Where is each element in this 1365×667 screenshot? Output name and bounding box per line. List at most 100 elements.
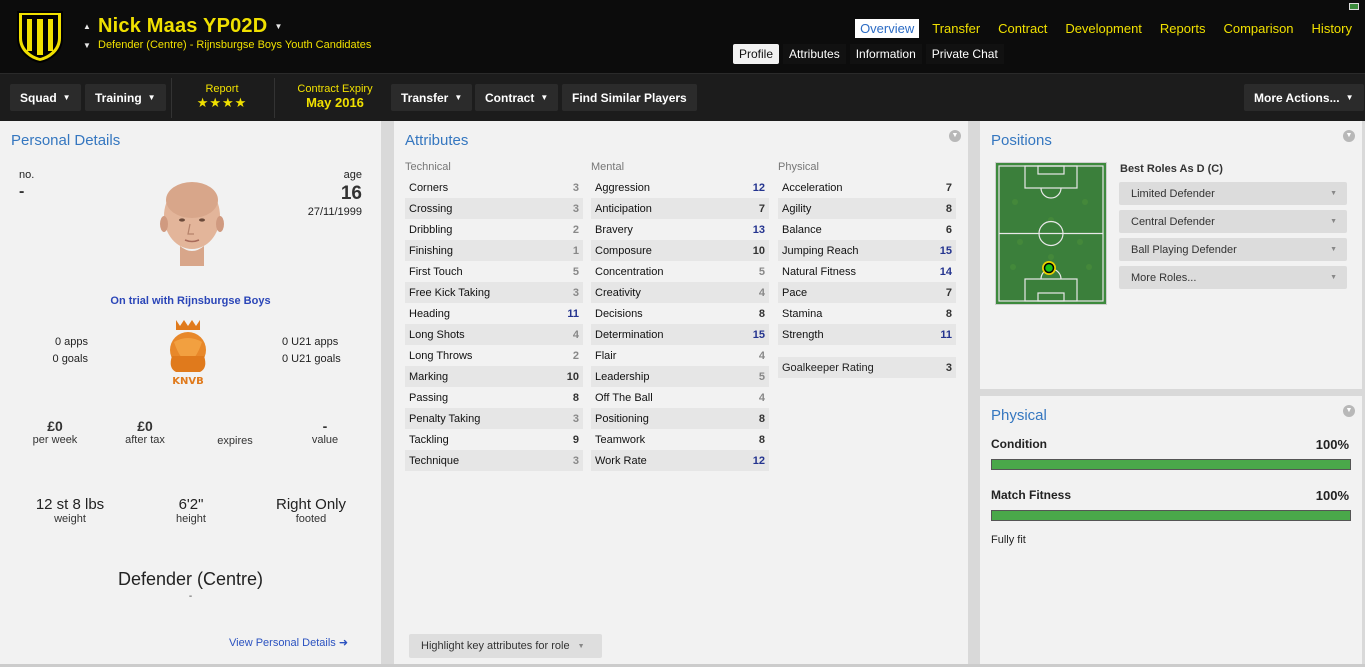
next-player-icon[interactable]: ▼ bbox=[82, 41, 92, 50]
trial-status[interactable]: On trial with Rijnsburgse Boys bbox=[0, 295, 381, 307]
attribute-row[interactable]: Concentration 5 bbox=[591, 261, 769, 282]
attribute-row[interactable]: Finishing 1 bbox=[405, 240, 583, 261]
main-tabs: Overview Transfer Contract Development R… bbox=[855, 19, 1357, 38]
attribute-value: 11 bbox=[940, 328, 952, 341]
tab-transfer[interactable]: Transfer bbox=[927, 19, 985, 38]
attribute-row[interactable]: Long Throws 2 bbox=[405, 345, 583, 366]
tab-development[interactable]: Development bbox=[1060, 19, 1147, 38]
tab-overview[interactable]: Overview bbox=[855, 19, 920, 38]
highlight-key-attributes-button[interactable]: Highlight key attributes for role ▼ bbox=[409, 634, 602, 658]
attribute-row[interactable]: Long Shots 4 bbox=[405, 324, 583, 345]
after-tax-value: £0 bbox=[137, 418, 153, 434]
subtab-attributes[interactable]: Attributes bbox=[783, 44, 846, 64]
attribute-row[interactable]: Creativity 4 bbox=[591, 282, 769, 303]
chevron-down-icon[interactable]: ▼ bbox=[1343, 130, 1355, 142]
find-similar-players-button[interactable]: Find Similar Players bbox=[562, 84, 697, 111]
attribute-row[interactable]: Off The Ball 4 bbox=[591, 387, 769, 408]
attribute-row[interactable]: Aggression 12 bbox=[591, 177, 769, 198]
attribute-name: Acceleration bbox=[782, 181, 843, 194]
attribute-row[interactable]: Anticipation 7 bbox=[591, 198, 769, 219]
attribute-row[interactable]: Composure 10 bbox=[591, 240, 769, 261]
subtab-private-chat[interactable]: Private Chat bbox=[925, 44, 1004, 64]
goalkeeper-rating-row[interactable]: Goalkeeper Rating 3 bbox=[778, 357, 956, 378]
chevron-down-icon[interactable]: ▼ bbox=[1343, 405, 1355, 417]
tab-comparison[interactable]: Comparison bbox=[1218, 19, 1298, 38]
contract-button[interactable]: Contract ▼ bbox=[475, 84, 559, 111]
attribute-row[interactable]: Positioning 8 bbox=[591, 408, 769, 429]
attribute-row[interactable]: Crossing 3 bbox=[405, 198, 583, 219]
subtab-profile[interactable]: Profile bbox=[733, 44, 780, 64]
goals-count: 0 goals bbox=[52, 353, 88, 365]
attribute-value: 14 bbox=[939, 265, 952, 278]
attribute-row[interactable]: Determination 15 bbox=[591, 324, 769, 345]
attribute-row[interactable]: First Touch 5 bbox=[405, 261, 583, 282]
attribute-name: Pace bbox=[782, 286, 808, 299]
attribute-value: 12 bbox=[752, 181, 765, 194]
flag-icon[interactable] bbox=[1349, 3, 1359, 10]
more-actions-button[interactable]: More Actions... ▼ bbox=[1244, 84, 1364, 111]
attribute-row[interactable]: Agility 8 bbox=[778, 198, 956, 219]
training-button[interactable]: Training ▼ bbox=[85, 84, 166, 111]
more-roles-button[interactable]: More Roles... ▼ bbox=[1119, 266, 1347, 289]
view-personal-details-link[interactable]: View Personal Details ➜ bbox=[229, 636, 348, 649]
attribute-row[interactable]: Marking 10 bbox=[405, 366, 583, 387]
attribute-row[interactable]: Natural Fitness 14 bbox=[778, 261, 956, 282]
attribute-value: 3 bbox=[572, 181, 579, 194]
physical-title: Physical bbox=[991, 407, 1047, 424]
transfer-button-label: Transfer bbox=[401, 90, 449, 105]
previous-player-icon[interactable]: ▲ bbox=[82, 22, 92, 31]
attribute-name: First Touch bbox=[409, 265, 463, 278]
role-limited-defender[interactable]: Limited Defender ▼ bbox=[1119, 182, 1347, 205]
attribute-row[interactable]: Bravery 13 bbox=[591, 219, 769, 240]
attribute-row[interactable]: Dribbling 2 bbox=[405, 219, 583, 240]
attribute-row[interactable]: Penalty Taking 3 bbox=[405, 408, 583, 429]
role-label: More Roles... bbox=[1131, 271, 1197, 284]
role-ball-playing-defender[interactable]: Ball Playing Defender ▼ bbox=[1119, 238, 1347, 261]
attribute-value: 10 bbox=[566, 370, 579, 383]
attribute-row[interactable]: Free Kick Taking 3 bbox=[405, 282, 583, 303]
attribute-name: Decisions bbox=[595, 307, 643, 320]
attribute-row[interactable]: Flair 4 bbox=[591, 345, 769, 366]
attribute-value: 3 bbox=[572, 454, 579, 467]
attribute-row[interactable]: Corners 3 bbox=[405, 177, 583, 198]
knvb-lion-logo[interactable]: KNVB bbox=[162, 316, 214, 388]
attribute-row[interactable]: Technique 3 bbox=[405, 450, 583, 471]
attribute-row[interactable]: Heading 11 bbox=[405, 303, 583, 324]
attribute-row[interactable]: Stamina 8 bbox=[778, 303, 956, 324]
attribute-name: Stamina bbox=[782, 307, 823, 320]
report-info[interactable]: Report ★★★★ bbox=[188, 83, 256, 111]
attribute-row[interactable]: Leadership 5 bbox=[591, 366, 769, 387]
best-roles-title: Best Roles As D (C) bbox=[1120, 163, 1223, 175]
role-label: Limited Defender bbox=[1131, 187, 1215, 200]
attribute-row[interactable]: Pace 7 bbox=[778, 282, 956, 303]
attribute-name: Dribbling bbox=[409, 223, 453, 236]
attribute-row[interactable]: Strength 11 bbox=[778, 324, 956, 345]
role-central-defender[interactable]: Central Defender ▼ bbox=[1119, 210, 1347, 233]
squad-button[interactable]: Squad ▼ bbox=[10, 84, 81, 111]
tab-reports[interactable]: Reports bbox=[1155, 19, 1211, 38]
tab-history[interactable]: History bbox=[1307, 19, 1357, 38]
attribute-row[interactable]: Work Rate 12 bbox=[591, 450, 769, 471]
attribute-value: 11 bbox=[567, 307, 579, 320]
tab-contract[interactable]: Contract bbox=[993, 19, 1052, 38]
player-subtitle[interactable]: Defender (Centre) - Rijnsburgse Boys You… bbox=[98, 39, 371, 51]
attribute-row[interactable]: Tackling 9 bbox=[405, 429, 583, 450]
shirt-number-value: - bbox=[19, 183, 25, 200]
attribute-row[interactable]: Balance 6 bbox=[778, 219, 956, 240]
position-pitch-map[interactable] bbox=[995, 162, 1107, 305]
attribute-name: Agility bbox=[782, 202, 812, 215]
name-menu-icon[interactable]: ▼ bbox=[273, 22, 283, 31]
transfer-button[interactable]: Transfer ▼ bbox=[391, 84, 473, 111]
attribute-row[interactable]: Passing 8 bbox=[405, 387, 583, 408]
attribute-row[interactable]: Acceleration 7 bbox=[778, 177, 956, 198]
attribute-row[interactable]: Jumping Reach 15 bbox=[778, 240, 956, 261]
subtab-information[interactable]: Information bbox=[849, 44, 922, 64]
attribute-value: 8 bbox=[758, 307, 765, 320]
attribute-row[interactable]: Decisions 8 bbox=[591, 303, 769, 324]
positions-title: Positions bbox=[991, 132, 1052, 149]
player-name[interactable]: Nick Maas YP02D bbox=[98, 15, 267, 38]
club-crest-icon[interactable] bbox=[14, 8, 66, 64]
chevron-down-icon[interactable]: ▼ bbox=[949, 130, 961, 142]
attribute-row[interactable]: Teamwork 8 bbox=[591, 429, 769, 450]
chevron-down-icon: ▼ bbox=[1345, 93, 1354, 102]
